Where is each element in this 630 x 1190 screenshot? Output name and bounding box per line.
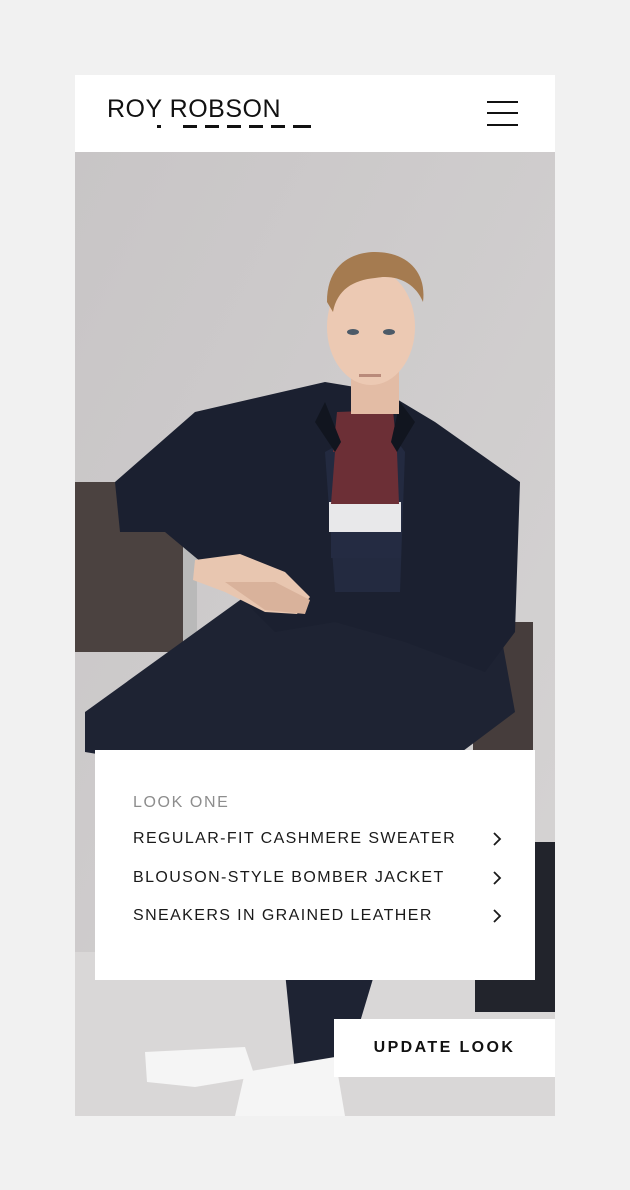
chevron-right-icon <box>493 909 502 923</box>
look-item-sneakers[interactable]: SNEAKERS IN GRAINED LEATHER <box>133 903 503 929</box>
look-item-label: REGULAR-FIT CASHMERE SWEATER <box>133 830 457 847</box>
update-look-label: UPDATE LOOK <box>373 1039 516 1056</box>
look-panel: LOOK ONE REGULAR-FIT CASHMERE SWEATER BL… <box>95 750 535 980</box>
chevron-right-icon <box>493 832 502 846</box>
phone-frame: ROY ROBSON LOOK ONE REGULAR-FIT CASHMERE… <box>75 75 555 1116</box>
hamburger-menu-icon[interactable] <box>484 99 520 129</box>
brand-name: ROY ROBSON <box>107 95 282 123</box>
look-title: LOOK ONE <box>133 794 230 811</box>
update-look-button[interactable]: UPDATE LOOK <box>334 1019 555 1077</box>
look-item-jacket[interactable]: BLOUSON-STYLE BOMBER JACKET <box>133 865 503 891</box>
site-header: ROY ROBSON <box>75 75 555 152</box>
look-item-sweater[interactable]: REGULAR-FIT CASHMERE SWEATER <box>133 826 503 852</box>
brand-logo[interactable]: ROY ROBSON <box>107 95 313 131</box>
logo-dash-line <box>157 125 311 128</box>
look-item-label: SNEAKERS IN GRAINED LEATHER <box>133 907 433 924</box>
chevron-right-icon <box>493 871 502 885</box>
look-item-label: BLOUSON-STYLE BOMBER JACKET <box>133 869 445 886</box>
